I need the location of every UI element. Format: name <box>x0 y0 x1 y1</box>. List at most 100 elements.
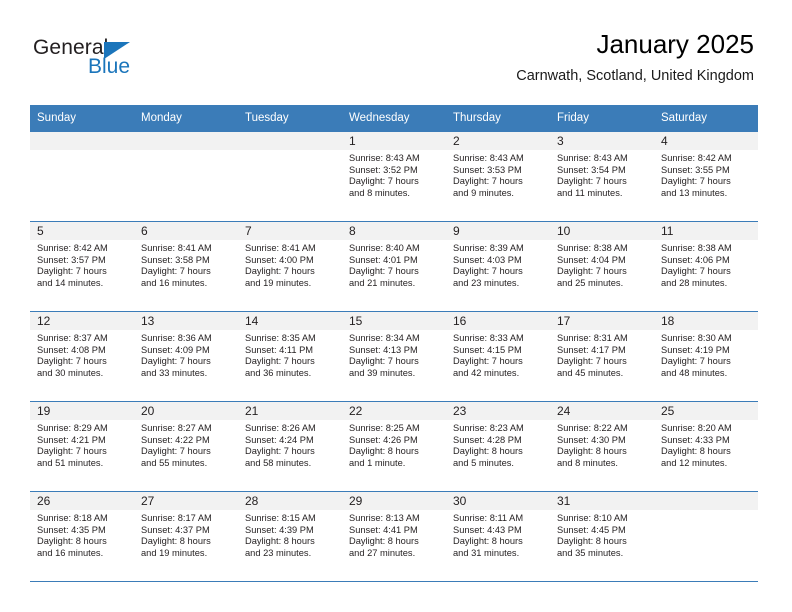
sunset-text: Sunset: 4:41 PM <box>349 524 418 535</box>
daylight-text-line2: and 33 minutes. <box>141 367 208 378</box>
page-subtitle-location: Carnwath, Scotland, United Kingdom <box>516 68 754 84</box>
calendar-day-cell[interactable]: 5 Sunrise: 8:42 AM Sunset: 3:57 PM Daylight… <box>30 221 134 312</box>
day-cell-inner: 4 Sunrise: 8:42 AM Sunset: 3:55 PM Daylight… <box>654 132 758 221</box>
sunrise-text: Sunrise: 8:13 AM <box>349 513 420 523</box>
sunset-text: Sunset: 4:22 PM <box>141 434 210 445</box>
day-cell-inner: 10 Sunrise: 8:38 AM Sunset: 4:04 PM Dayligh… <box>550 222 654 311</box>
calendar-day-cell[interactable]: 30 Sunrise: 8:11 AM Sunset: 4:43 PM Dayligh… <box>446 491 550 582</box>
day-cell-inner: 29 Sunrise: 8:13 AM Sunset: 4:41 PM Dayligh… <box>342 492 446 581</box>
calendar-day-cell[interactable]: 26 Sunrise: 8:18 AM Sunset: 4:35 PM Dayligh… <box>30 491 134 582</box>
daylight-text-line2: and 11 minutes. <box>557 187 623 198</box>
calendar-day-cell[interactable]: 19 Sunrise: 8:29 AM Sunset: 4:21 PM Dayligh… <box>30 401 134 492</box>
calendar-day-cell[interactable]: 31 Sunrise: 8:10 AM Sunset: 4:45 PM Dayligh… <box>550 491 654 582</box>
calendar-day-cell[interactable]: 22 Sunrise: 8:25 AM Sunset: 4:26 PM Dayligh… <box>342 401 446 492</box>
sunrise-text: Sunrise: 8:38 AM <box>661 243 732 253</box>
day-number: 3 <box>550 132 654 150</box>
day-details: Sunrise: 8:43 AM Sunset: 3:54 PM Daylight:… <box>550 150 654 199</box>
daylight-text-line2: and 28 minutes. <box>661 277 728 288</box>
general-blue-logo[interactable]: General Blue <box>33 36 183 84</box>
daylight-text-line1: Daylight: 7 hours <box>245 446 315 457</box>
daylight-text-line1: Daylight: 7 hours <box>661 356 731 367</box>
calendar-day-cell[interactable]: 8 Sunrise: 8:40 AM Sunset: 4:01 PM Daylight… <box>342 221 446 312</box>
sunrise-text: Sunrise: 8:27 AM <box>141 423 212 433</box>
calendar-day-cell[interactable]: 1 Sunrise: 8:43 AM Sunset: 3:52 PM Daylight… <box>342 131 446 222</box>
calendar-day-cell[interactable]: 23 Sunrise: 8:23 AM Sunset: 4:28 PM Dayligh… <box>446 401 550 492</box>
day-cell-inner: 19 Sunrise: 8:29 AM Sunset: 4:21 PM Dayligh… <box>30 402 134 491</box>
sunrise-text: Sunrise: 8:33 AM <box>453 333 524 343</box>
daylight-text-line2: and 14 minutes. <box>37 277 104 288</box>
weekday-header-thursday: Thursday <box>446 105 550 132</box>
calendar-day-cell[interactable]: 13 Sunrise: 8:36 AM Sunset: 4:09 PM Dayligh… <box>134 311 238 402</box>
daylight-text-line2: and 48 minutes. <box>661 367 728 378</box>
sunset-text: Sunset: 4:37 PM <box>141 524 210 535</box>
daylight-text-line1: Daylight: 7 hours <box>557 266 627 277</box>
calendar-day-cell[interactable]: 4 Sunrise: 8:42 AM Sunset: 3:55 PM Daylight… <box>654 131 758 222</box>
daylight-text-line2: and 25 minutes. <box>557 277 624 288</box>
daylight-text-line2: and 8 minutes. <box>557 457 618 468</box>
sunset-text: Sunset: 4:39 PM <box>245 524 314 535</box>
calendar-day-cell[interactable]: 21 Sunrise: 8:26 AM Sunset: 4:24 PM Dayligh… <box>238 401 342 492</box>
daylight-text-line1: Daylight: 7 hours <box>453 176 523 187</box>
calendar-day-cell[interactable]: 12 Sunrise: 8:37 AM Sunset: 4:08 PM Dayligh… <box>30 311 134 402</box>
day-number: 6 <box>134 222 238 240</box>
sunset-text: Sunset: 4:26 PM <box>349 434 418 445</box>
sunset-text: Sunset: 3:55 PM <box>661 164 730 175</box>
sunset-text: Sunset: 4:15 PM <box>453 344 522 355</box>
calendar-day-cell[interactable]: 11 Sunrise: 8:38 AM Sunset: 4:06 PM Dayligh… <box>654 221 758 312</box>
day-number: 10 <box>550 222 654 240</box>
calendar-day-cell[interactable]: 14 Sunrise: 8:35 AM Sunset: 4:11 PM Dayligh… <box>238 311 342 402</box>
daylight-text-line1: Daylight: 8 hours <box>141 536 211 547</box>
day-details: Sunrise: 8:25 AM Sunset: 4:26 PM Daylight:… <box>342 420 446 469</box>
calendar-day-cell[interactable]: 6 Sunrise: 8:41 AM Sunset: 3:58 PM Daylight… <box>134 221 238 312</box>
day-number: 25 <box>654 402 758 420</box>
daylight-text-line1: Daylight: 7 hours <box>557 176 627 187</box>
day-details <box>134 150 238 153</box>
day-details: Sunrise: 8:38 AM Sunset: 4:06 PM Daylight:… <box>654 240 758 289</box>
calendar-day-cell[interactable]: 25 Sunrise: 8:20 AM Sunset: 4:33 PM Dayligh… <box>654 401 758 492</box>
calendar-day-cell[interactable]: 15 Sunrise: 8:34 AM Sunset: 4:13 PM Dayligh… <box>342 311 446 402</box>
calendar-day-cell[interactable]: 27 Sunrise: 8:17 AM Sunset: 4:37 PM Dayligh… <box>134 491 238 582</box>
sunrise-text: Sunrise: 8:18 AM <box>37 513 108 523</box>
day-details: Sunrise: 8:42 AM Sunset: 3:57 PM Daylight:… <box>30 240 134 289</box>
day-details: Sunrise: 8:20 AM Sunset: 4:33 PM Daylight:… <box>654 420 758 469</box>
day-details: Sunrise: 8:15 AM Sunset: 4:39 PM Daylight:… <box>238 510 342 559</box>
calendar-day-cell[interactable]: 28 Sunrise: 8:15 AM Sunset: 4:39 PM Dayligh… <box>238 491 342 582</box>
daylight-text-line1: Daylight: 8 hours <box>245 536 315 547</box>
calendar-day-cell[interactable]: 24 Sunrise: 8:22 AM Sunset: 4:30 PM Dayligh… <box>550 401 654 492</box>
daylight-text-line2: and 13 minutes. <box>661 187 728 198</box>
sunset-text: Sunset: 4:04 PM <box>557 254 626 265</box>
daylight-text-line2: and 16 minutes. <box>141 277 208 288</box>
calendar-day-cell[interactable]: 29 Sunrise: 8:13 AM Sunset: 4:41 PM Dayligh… <box>342 491 446 582</box>
day-details <box>654 510 758 513</box>
day-details: Sunrise: 8:30 AM Sunset: 4:19 PM Daylight:… <box>654 330 758 379</box>
calendar-day-cell[interactable]: 16 Sunrise: 8:33 AM Sunset: 4:15 PM Dayligh… <box>446 311 550 402</box>
calendar-day-cell[interactable]: 17 Sunrise: 8:31 AM Sunset: 4:17 PM Dayligh… <box>550 311 654 402</box>
calendar-day-cell[interactable]: 3 Sunrise: 8:43 AM Sunset: 3:54 PM Daylight… <box>550 131 654 222</box>
day-cell-inner: 16 Sunrise: 8:33 AM Sunset: 4:15 PM Dayligh… <box>446 312 550 401</box>
sunrise-text: Sunrise: 8:29 AM <box>37 423 108 433</box>
calendar-page: General Blue January 2025 Carnwath, Scot… <box>0 0 792 612</box>
calendar-day-cell[interactable]: 20 Sunrise: 8:27 AM Sunset: 4:22 PM Dayligh… <box>134 401 238 492</box>
calendar-day-cell[interactable]: 18 Sunrise: 8:30 AM Sunset: 4:19 PM Dayligh… <box>654 311 758 402</box>
day-number: 13 <box>134 312 238 330</box>
day-cell-inner: 3 Sunrise: 8:43 AM Sunset: 3:54 PM Daylight… <box>550 132 654 221</box>
calendar-day-cell[interactable]: 10 Sunrise: 8:38 AM Sunset: 4:04 PM Dayligh… <box>550 221 654 312</box>
day-number: 15 <box>342 312 446 330</box>
sunset-text: Sunset: 4:01 PM <box>349 254 418 265</box>
day-number: 23 <box>446 402 550 420</box>
sunset-text: Sunset: 3:53 PM <box>453 164 522 175</box>
daylight-text-line2: and 5 minutes. <box>453 457 514 468</box>
daylight-text-line1: Daylight: 7 hours <box>141 266 211 277</box>
day-cell-inner: 14 Sunrise: 8:35 AM Sunset: 4:11 PM Dayligh… <box>238 312 342 401</box>
day-details: Sunrise: 8:41 AM Sunset: 3:58 PM Daylight:… <box>134 240 238 289</box>
calendar-day-cell[interactable]: 2 Sunrise: 8:43 AM Sunset: 3:53 PM Daylight… <box>446 131 550 222</box>
calendar-day-cell[interactable]: 9 Sunrise: 8:39 AM Sunset: 4:03 PM Daylight… <box>446 221 550 312</box>
page-header: General Blue January 2025 Carnwath, Scot… <box>0 0 792 104</box>
daylight-text-line1: Daylight: 7 hours <box>453 266 523 277</box>
day-cell-inner: 24 Sunrise: 8:22 AM Sunset: 4:30 PM Dayligh… <box>550 402 654 491</box>
day-details: Sunrise: 8:36 AM Sunset: 4:09 PM Daylight:… <box>134 330 238 379</box>
sunrise-text: Sunrise: 8:11 AM <box>453 513 524 523</box>
calendar-day-cell[interactable]: 7 Sunrise: 8:41 AM Sunset: 4:00 PM Daylight… <box>238 221 342 312</box>
daylight-text-line2: and 9 minutes. <box>453 187 514 198</box>
day-cell-inner: 8 Sunrise: 8:40 AM Sunset: 4:01 PM Daylight… <box>342 222 446 311</box>
